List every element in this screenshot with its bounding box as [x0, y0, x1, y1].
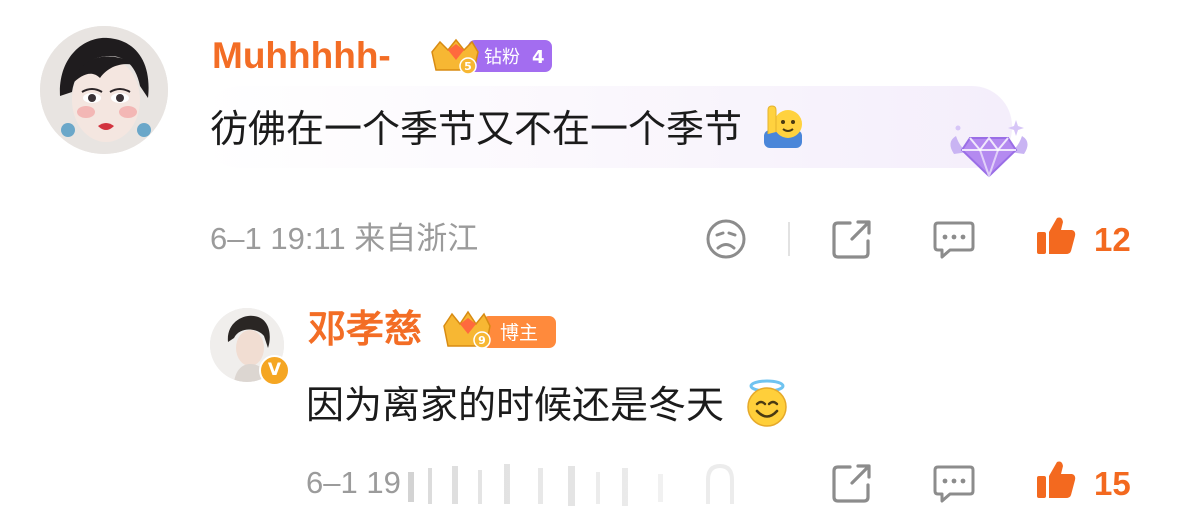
crown-icon: 9 博主 — [443, 310, 556, 349]
thumbs-up-icon[interactable] — [1034, 458, 1078, 502]
comment-meta: 6–1 19:11 来自浙江 — [210, 221, 479, 256]
like-count: 12 — [1094, 221, 1131, 258]
share-icon[interactable] — [830, 217, 874, 261]
share-icon[interactable] — [830, 461, 874, 505]
blogger-badge[interactable]: 9 博主 — [440, 308, 558, 349]
verified-badge: V — [259, 355, 290, 386]
username[interactable]: Muhhhhh- — [212, 34, 391, 78]
comment-text: 彷佛在一个季节又不在一个季节 — [210, 104, 808, 153]
smiling-halo-emoji-icon — [747, 379, 787, 427]
username[interactable]: 邓孝慈 — [308, 306, 422, 352]
comment-icon[interactable] — [932, 461, 976, 505]
comment-icon[interactable] — [932, 217, 976, 261]
blogger-badge-label: 博主 — [500, 322, 538, 344]
like-count: 15 — [1094, 465, 1131, 502]
reply-text-content: 因为离家的时候还是冬天 — [306, 383, 725, 427]
fan-badge-count: 4 — [532, 47, 545, 68]
blogger-level-text: 9 — [478, 334, 486, 347]
raising-hand-emoji-icon — [764, 105, 803, 148]
fan-badge-label: 钻粉 — [484, 47, 520, 68]
fan-level-text: 5 — [464, 60, 472, 73]
comment-text-content: 彷佛在一个季节又不在一个季节 — [210, 107, 743, 151]
thumbs-up-icon[interactable] — [1034, 214, 1078, 258]
diamond-fan-badge[interactable]: 5 钻粉 4 — [428, 36, 554, 75]
avatar-illustration — [40, 26, 168, 154]
crown-icon: 5 钻粉 4 — [431, 38, 552, 75]
reply-meta: 6–1 19 — [306, 465, 401, 500]
dislike-face-icon[interactable] — [704, 217, 748, 261]
avatar[interactable] — [40, 26, 168, 154]
blurred-region — [408, 458, 768, 516]
divider — [788, 222, 790, 256]
diamond-decoration-icon — [950, 120, 1028, 180]
reply-text: 因为离家的时候还是冬天 — [306, 378, 792, 429]
